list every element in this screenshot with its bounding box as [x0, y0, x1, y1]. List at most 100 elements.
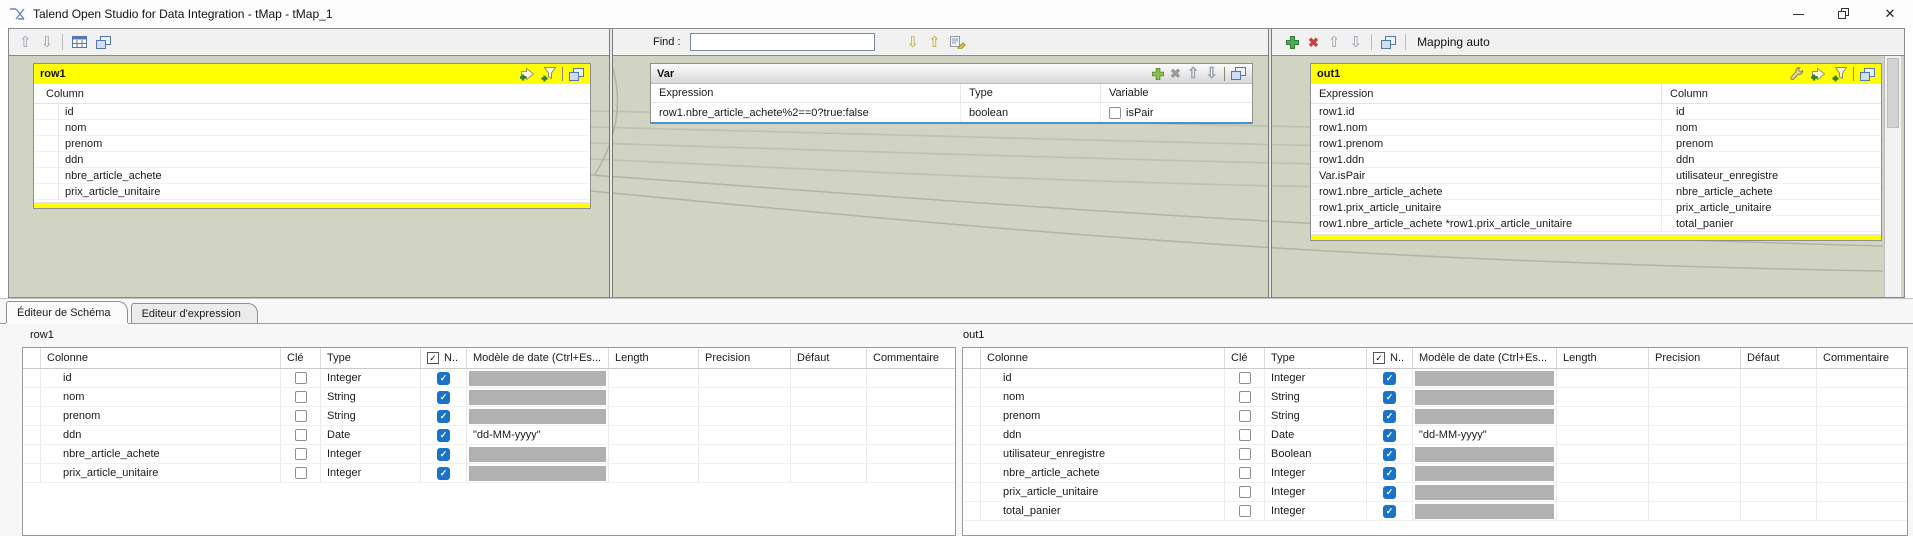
length-cell[interactable] — [609, 407, 699, 425]
tab-schema-editor[interactable]: Éditeur de Schéma — [6, 301, 128, 323]
input-column-row[interactable]: nbre_article_achete — [34, 168, 590, 184]
default-cell[interactable] — [791, 464, 867, 482]
row-selector[interactable] — [23, 445, 41, 463]
row-selector[interactable] — [23, 426, 41, 444]
default-cell[interactable] — [1741, 464, 1817, 482]
nullable-checkbox[interactable]: ✓ — [1383, 391, 1396, 404]
key-checkbox[interactable] — [1239, 505, 1251, 517]
precision-cell[interactable] — [699, 464, 791, 482]
type-cell[interactable]: Integer — [321, 445, 421, 463]
date-pattern-cell[interactable] — [1413, 502, 1557, 520]
precision-cell[interactable] — [1649, 426, 1741, 444]
key-checkbox[interactable] — [295, 467, 307, 479]
type-cell[interactable]: Integer — [321, 464, 421, 482]
row-selector[interactable] — [963, 426, 981, 444]
length-cell[interactable] — [609, 369, 699, 387]
move-down-icon[interactable]: ⇩ — [1349, 35, 1362, 50]
key-checkbox[interactable] — [1239, 486, 1251, 498]
type-cell[interactable]: Integer — [1265, 502, 1367, 520]
schema-row[interactable]: nom String ✓ — [963, 388, 1907, 407]
input-column-row[interactable]: nom — [34, 120, 590, 136]
type-cell[interactable]: String — [1265, 388, 1367, 406]
comment-cell[interactable] — [867, 388, 955, 406]
nullable-checkbox[interactable]: ✓ — [437, 467, 450, 480]
precision-cell[interactable] — [699, 426, 791, 444]
comment-cell[interactable] — [1817, 369, 1907, 387]
default-cell[interactable] — [791, 388, 867, 406]
nullable-checkbox[interactable]: ✓ — [437, 448, 450, 461]
date-pattern-cell[interactable] — [1413, 388, 1557, 406]
schema-row[interactable]: prix_article_unitaireInteger✓ — [963, 483, 1907, 502]
row-selector[interactable] — [963, 388, 981, 406]
restore-button[interactable] — [1821, 0, 1867, 28]
key-checkbox[interactable] — [1239, 410, 1251, 422]
vertical-sash[interactable] — [1268, 29, 1272, 297]
move-up-icon[interactable]: ⇧ — [1187, 66, 1200, 81]
precision-cell[interactable] — [1649, 464, 1741, 482]
type-cell[interactable]: String — [321, 388, 421, 406]
close-button[interactable]: ✕ — [1867, 0, 1913, 28]
comment-cell[interactable] — [1817, 483, 1907, 501]
length-cell[interactable] — [1557, 502, 1649, 520]
key-checkbox[interactable] — [295, 391, 307, 403]
comment-cell[interactable] — [867, 464, 955, 482]
length-cell[interactable] — [609, 426, 699, 444]
minimize-panel-icon[interactable] — [96, 36, 111, 49]
comment-cell[interactable] — [867, 426, 955, 444]
row-selector[interactable] — [23, 388, 41, 406]
output-mapping-row[interactable]: row1.nomnom — [1311, 120, 1881, 136]
output-mapping-row[interactable]: Var.isPairutilisateur_enregistre — [1311, 168, 1881, 184]
output-mapping-row[interactable]: row1.prenomprenom — [1311, 136, 1881, 152]
comment-cell[interactable] — [1817, 407, 1907, 425]
comment-cell[interactable] — [1817, 426, 1907, 444]
precision-cell[interactable] — [699, 388, 791, 406]
schema-row[interactable]: ddnDate✓"dd-MM-yyyy" — [23, 426, 955, 445]
minimize-panel-icon[interactable] — [1860, 68, 1875, 81]
nullable-header-checkbox[interactable]: ✓ — [1373, 352, 1385, 364]
length-cell[interactable] — [1557, 407, 1649, 425]
tab-expression-editor[interactable]: Editeur d'expression — [131, 303, 258, 323]
type-cell[interactable]: Boolean — [1265, 445, 1367, 463]
column-name-cell[interactable]: prix_article_unitaire — [981, 483, 1225, 501]
row-selector[interactable] — [963, 445, 981, 463]
mapping-auto-label[interactable]: Mapping auto — [1417, 35, 1490, 49]
default-cell[interactable] — [1741, 502, 1817, 520]
move-up-icon[interactable]: ⇧ — [1328, 35, 1341, 50]
default-cell[interactable] — [1741, 445, 1817, 463]
move-down-icon[interactable]: ⇩ — [1205, 66, 1218, 81]
type-cell[interactable]: String — [321, 407, 421, 425]
row-selector[interactable] — [23, 464, 41, 482]
add-variable-icon[interactable] — [1152, 68, 1164, 80]
comment-cell[interactable] — [867, 407, 955, 425]
length-cell[interactable] — [609, 464, 699, 482]
comment-cell[interactable] — [867, 369, 955, 387]
add-output-icon[interactable] — [1286, 36, 1299, 49]
length-cell[interactable] — [1557, 445, 1649, 463]
type-cell[interactable]: Date — [321, 426, 421, 444]
default-cell[interactable] — [1741, 388, 1817, 406]
length-cell[interactable] — [1557, 426, 1649, 444]
row-selector[interactable] — [23, 407, 41, 425]
nullable-checkbox[interactable]: ✓ — [1383, 467, 1396, 480]
date-pattern-cell[interactable] — [1413, 464, 1557, 482]
date-pattern-cell[interactable] — [1413, 483, 1557, 501]
date-pattern-cell[interactable] — [467, 369, 609, 387]
column-name-cell[interactable]: ddn — [981, 426, 1225, 444]
column-name-cell[interactable]: prenom — [981, 407, 1225, 425]
key-checkbox[interactable] — [1239, 429, 1251, 441]
row-selector[interactable] — [963, 407, 981, 425]
nullable-checkbox[interactable]: ✓ — [437, 429, 450, 442]
comment-cell[interactable] — [1817, 388, 1907, 406]
column-name-cell[interactable]: utilisateur_enregistre — [981, 445, 1225, 463]
scrollbar-thumb[interactable] — [1887, 58, 1899, 128]
var-row[interactable]: row1.nbre_article_achete%2==0?true:false… — [651, 103, 1252, 122]
column-name-cell[interactable]: nom — [981, 388, 1225, 406]
date-pattern-cell[interactable] — [1413, 445, 1557, 463]
row-selector[interactable] — [963, 369, 981, 387]
key-checkbox[interactable] — [1239, 448, 1251, 460]
schema-row[interactable]: nbre_article_acheteInteger✓ — [963, 464, 1907, 483]
nullable-checkbox[interactable]: ✓ — [1383, 429, 1396, 442]
date-pattern-cell[interactable] — [1413, 407, 1557, 425]
add-column-arrow-icon[interactable] — [1810, 67, 1826, 81]
type-cell[interactable]: Integer — [321, 369, 421, 387]
